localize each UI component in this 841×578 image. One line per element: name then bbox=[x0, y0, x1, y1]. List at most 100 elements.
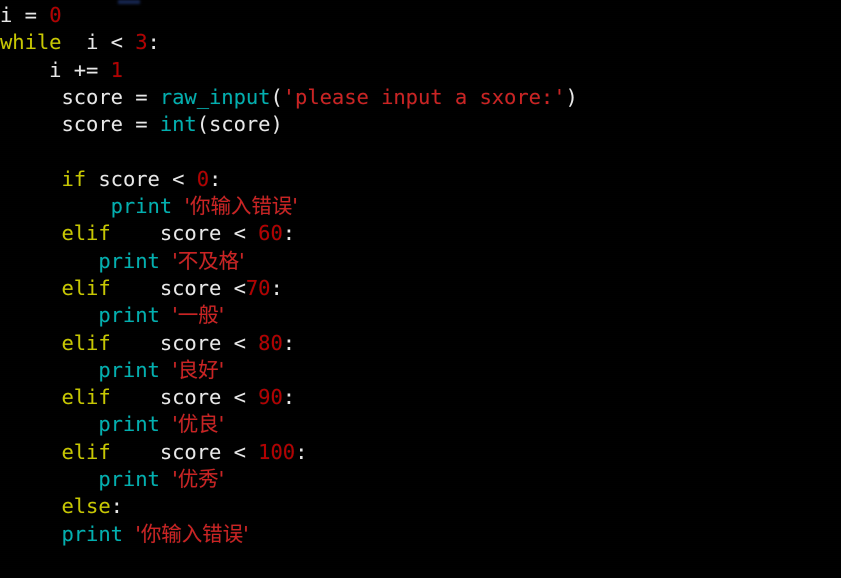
code-line-11[interactable]: elif score <70: bbox=[0, 275, 841, 302]
code-editor-screen: i = 0 while i < 3: i += 1 score = raw_inp… bbox=[0, 0, 841, 578]
token-identifier: score bbox=[159, 275, 222, 300]
token-string-cjk: '优良' bbox=[172, 412, 225, 437]
code-line-16[interactable]: print '优良' bbox=[0, 411, 841, 438]
token-identifier: i bbox=[0, 3, 13, 27]
token-colon: : bbox=[147, 30, 160, 55]
token-paren-open: ( bbox=[196, 112, 210, 137]
token-string-cjk: '你输入错误' bbox=[135, 521, 249, 546]
token-keyword-print: print bbox=[98, 357, 160, 382]
token-colon: : bbox=[209, 166, 222, 191]
code-line-12[interactable]: print '一般' bbox=[0, 302, 841, 329]
token-identifier: i bbox=[86, 30, 99, 55]
token-number: 100 bbox=[258, 439, 296, 464]
token-string-cjk: '不及格' bbox=[172, 248, 245, 273]
code-line-17[interactable]: elif score < 100: bbox=[0, 439, 841, 466]
token-keyword-elif: elif bbox=[61, 275, 111, 300]
token-number: 0 bbox=[49, 3, 62, 27]
code-line-20[interactable]: print '你输入错误' bbox=[0, 521, 841, 548]
code-line-15[interactable]: elif score < 90: bbox=[0, 384, 841, 411]
token-keyword-if: if bbox=[61, 166, 87, 191]
token-number: 80 bbox=[258, 330, 283, 355]
token-operator: = bbox=[12, 3, 50, 27]
token-colon: : bbox=[295, 439, 308, 464]
code-line-4[interactable]: score = raw_input('please input a sxore:… bbox=[0, 84, 841, 111]
token-keyword-else: else bbox=[61, 494, 111, 519]
token-operator: < bbox=[221, 385, 259, 410]
code-line-13[interactable]: elif score < 80: bbox=[0, 330, 841, 357]
token-colon: : bbox=[110, 494, 123, 519]
code-line-18[interactable]: print '优秀' bbox=[0, 466, 841, 493]
token-number: 3 bbox=[135, 30, 148, 55]
token-operator: < bbox=[221, 275, 246, 300]
token-identifier: score bbox=[61, 84, 123, 109]
code-line-2[interactable]: while i < 3: bbox=[0, 29, 841, 56]
token-paren-close: ) bbox=[565, 84, 578, 109]
code-line-9[interactable]: elif score < 60: bbox=[0, 220, 841, 247]
token-identifier: i bbox=[49, 57, 62, 82]
token-string-cjk: '你输入错误' bbox=[184, 194, 298, 219]
python-source-code[interactable]: i = 0 while i < 3: i += 1 score = raw_inp… bbox=[0, 0, 841, 548]
token-number: 1 bbox=[110, 57, 123, 82]
token-operator: < bbox=[221, 221, 259, 246]
token-colon: : bbox=[282, 330, 296, 355]
token-keyword-print: print bbox=[61, 521, 123, 546]
token-number: 60 bbox=[258, 221, 283, 246]
code-line-10[interactable]: print '不及格' bbox=[0, 248, 841, 275]
token-keyword-print: print bbox=[98, 412, 160, 437]
code-line-7[interactable]: if score < 0: bbox=[0, 166, 841, 193]
token-builtin-raw-input: raw_input bbox=[159, 84, 271, 109]
token-number: 70 bbox=[245, 275, 271, 300]
code-line-3[interactable]: i += 1 bbox=[0, 57, 841, 84]
code-line-5[interactable]: score = int(score) bbox=[0, 111, 841, 138]
token-identifier-arg: score bbox=[209, 112, 271, 137]
token-paren-close: ) bbox=[270, 112, 283, 137]
token-operator: = bbox=[122, 84, 160, 109]
token-string-cjk: '优秀' bbox=[172, 467, 225, 492]
token-operator: < bbox=[98, 30, 136, 55]
token-string-prompt: 'please input a sxore:' bbox=[282, 84, 566, 109]
code-line-1[interactable]: i = 0 bbox=[0, 2, 841, 29]
token-operator: += bbox=[61, 57, 111, 82]
token-string-cjk: '良好' bbox=[172, 357, 225, 382]
token-colon: : bbox=[270, 275, 283, 300]
token-builtin-int: int bbox=[159, 112, 197, 137]
token-keyword-print: print bbox=[98, 467, 160, 492]
token-keyword-print: print bbox=[98, 248, 160, 273]
token-number: 90 bbox=[258, 385, 283, 410]
code-line-14[interactable]: print '良好' bbox=[0, 357, 841, 384]
token-identifier: score bbox=[61, 112, 123, 137]
token-keyword-print: print bbox=[98, 303, 160, 328]
code-line-8[interactable]: print '你输入错误' bbox=[0, 193, 841, 220]
token-identifier: score bbox=[98, 166, 160, 191]
code-line-19[interactable]: else: bbox=[0, 493, 841, 520]
token-colon: : bbox=[282, 221, 296, 246]
code-line-6-blank[interactable] bbox=[0, 138, 841, 165]
token-keyword-elif: elif bbox=[61, 330, 111, 355]
token-operator: < bbox=[221, 439, 259, 464]
token-keyword-elif: elif bbox=[61, 439, 111, 464]
